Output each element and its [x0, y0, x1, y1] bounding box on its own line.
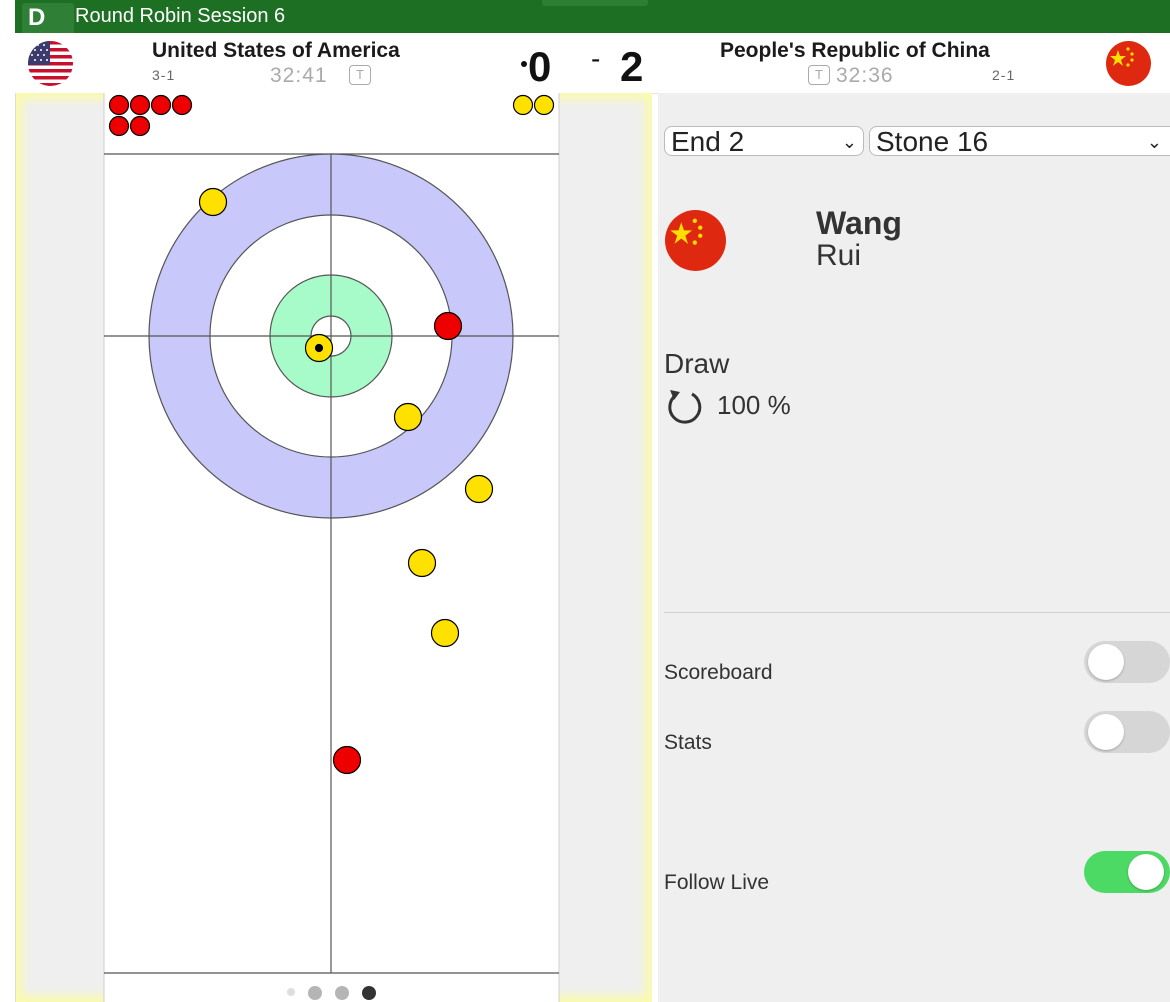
stone-yellow: [464, 474, 494, 504]
chevron-down-icon: ⌄: [841, 132, 857, 152]
stone-yellow: [393, 402, 423, 432]
curling-sheet[interactable]: [0, 93, 660, 1002]
stone-red: [433, 311, 463, 341]
home-record: 3-1: [152, 67, 176, 83]
sheet-badge[interactable]: D: [22, 3, 74, 33]
page-dot: [308, 986, 322, 1000]
away-score: 2: [620, 43, 644, 90]
home-clock: 32:41: [270, 64, 328, 87]
home-score: 0: [528, 43, 552, 90]
stone-yellow: [430, 618, 460, 648]
stone-remaining-yellow: [533, 94, 555, 116]
stone-select-value: Stone 16: [876, 126, 989, 157]
hammer-indicator: [521, 61, 527, 67]
home-timeout-icon: T: [349, 65, 371, 85]
toggle-knob: [1088, 644, 1124, 680]
stone-remaining-red: [171, 94, 193, 116]
chevron-down-icon: ⌄: [1146, 132, 1162, 152]
usa-flag-icon: [28, 41, 73, 86]
china-flag-icon: [1106, 41, 1151, 86]
player-first-name: Wang: [816, 205, 902, 241]
shot-info-panel: End 2 ⌄ Stone 16 ⌄ Wang Rui Draw 100 % S…: [658, 93, 1170, 1002]
stone-remaining-red: [150, 94, 172, 116]
follow-live-toggle-label: Follow Live: [664, 871, 770, 894]
scoreboard-toggle[interactable]: [1084, 641, 1170, 683]
end-select-value: End 2: [671, 126, 745, 157]
china-flag-icon: [665, 210, 726, 271]
scoreboard-header: United States of America 3-1 32:41 T 0 -…: [15, 33, 1170, 94]
end-select[interactable]: End 2 ⌄: [664, 126, 864, 157]
drag-handle[interactable]: [542, 0, 648, 6]
clockwise-rotation-icon: [668, 390, 702, 424]
home-team-name: United States of America: [152, 39, 400, 62]
stone-remaining-red: [108, 94, 130, 116]
page-dot: [335, 986, 349, 1000]
away-team-name: People's Republic of China: [720, 39, 990, 62]
player-last-name: Rui: [816, 239, 862, 272]
scoreboard-toggle-label: Scoreboard: [664, 661, 773, 684]
page-dot-active: [362, 986, 376, 1000]
session-title: Round Robin Session 6: [75, 5, 286, 27]
stone-remaining-red: [108, 115, 130, 137]
toggle-knob: [1088, 714, 1124, 750]
away-timeout-icon: T: [808, 65, 830, 85]
shot-percentage: 100 %: [717, 390, 791, 420]
stone-remaining-red: [129, 115, 151, 137]
away-record: 2-1: [992, 67, 1016, 83]
stats-toggle[interactable]: [1084, 711, 1170, 753]
stats-toggle-label: Stats: [664, 731, 712, 754]
stone-select[interactable]: Stone 16 ⌄: [869, 126, 1170, 157]
score-separator: -: [591, 43, 601, 74]
top-bar: D Round Robin Session 6: [15, 0, 1170, 33]
stone-remaining-red: [129, 94, 151, 116]
toggle-knob: [1128, 854, 1164, 890]
stone-red: [332, 745, 362, 775]
divider: [664, 612, 1170, 613]
stone-yellow: [198, 187, 228, 217]
away-clock: 32:36: [836, 64, 894, 87]
page-dot: [287, 988, 295, 996]
stone-remaining-yellow: [512, 94, 534, 116]
follow-live-toggle[interactable]: [1084, 851, 1170, 893]
shot-stone-marker: [314, 343, 324, 353]
stone-yellow: [407, 548, 437, 578]
shot-type: Draw: [664, 348, 730, 379]
